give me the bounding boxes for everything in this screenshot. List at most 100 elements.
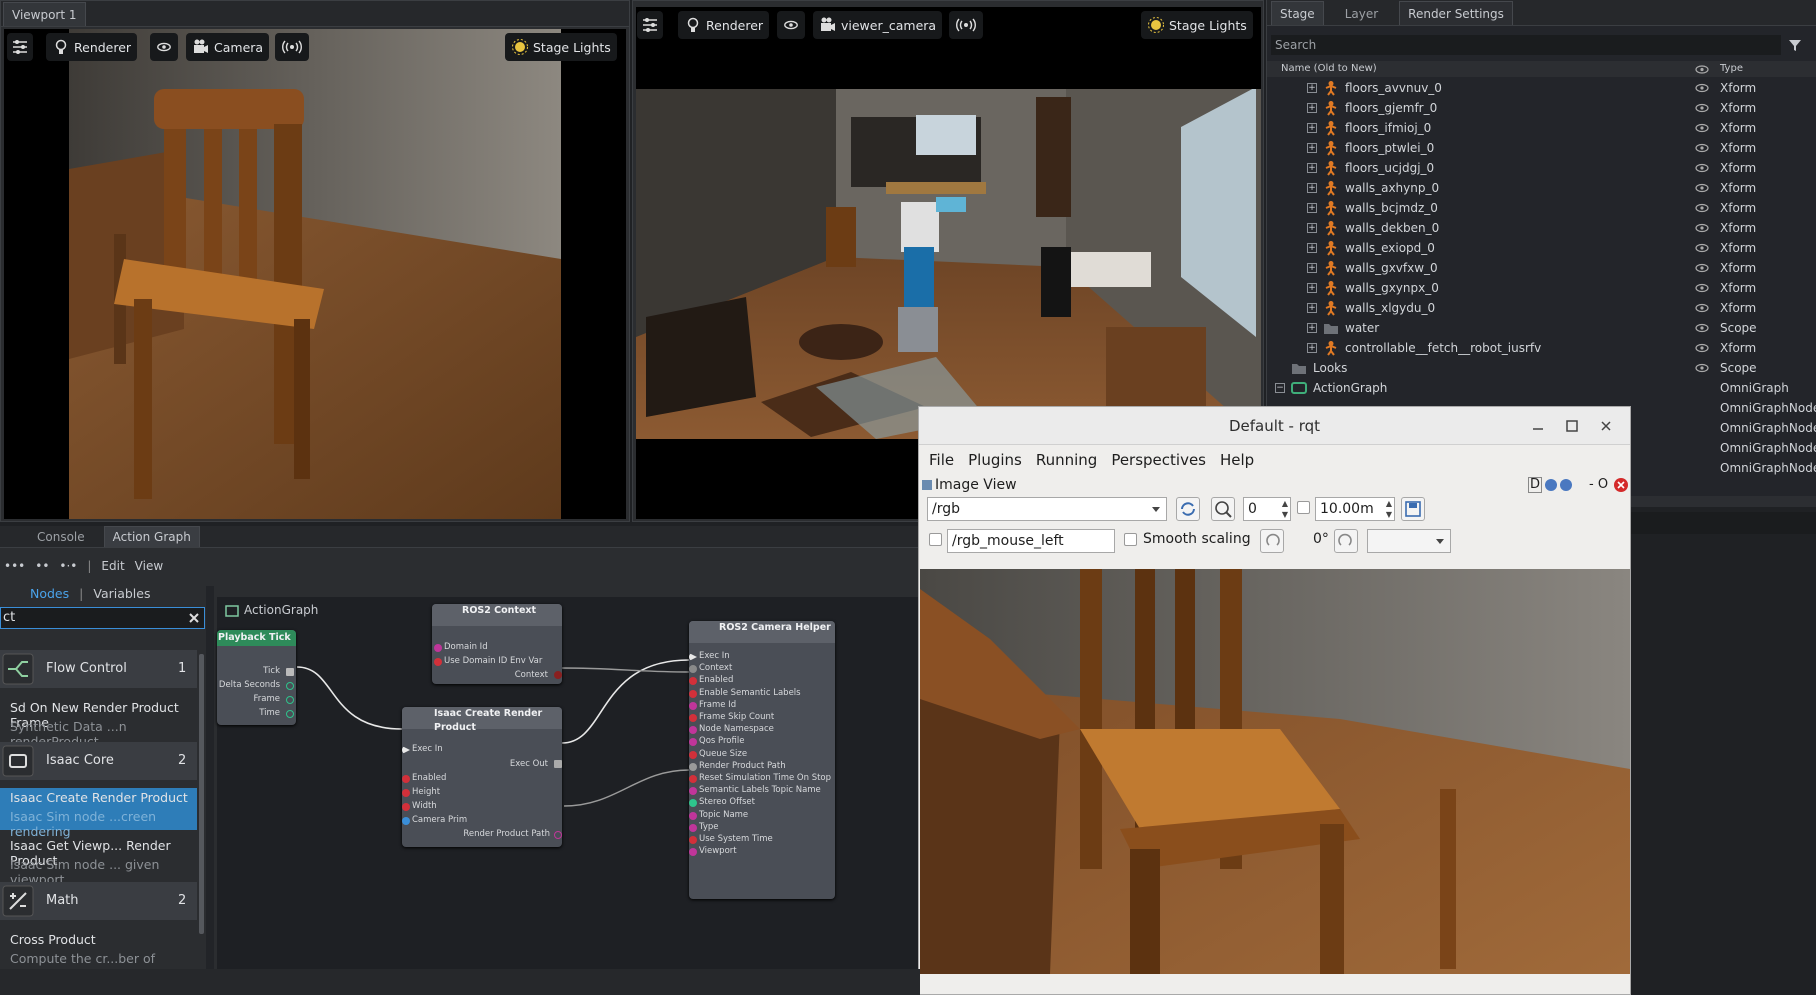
mouse-topic-input[interactable]: /rgb_mouse_left [947, 529, 1115, 553]
stage-row[interactable]: + walls_bcjmdz_0 Xform [1267, 198, 1816, 218]
data-port[interactable] [286, 710, 294, 718]
data-port[interactable] [689, 665, 697, 674]
visibility-eye-icon[interactable] [1695, 83, 1709, 93]
stage-row[interactable]: + walls_dekben_0 Xform [1267, 218, 1816, 238]
stage-row[interactable]: + walls_gxynpx_0 Xform [1267, 278, 1816, 298]
stage-row[interactable]: + floors_avvnuv_0 Xform [1267, 78, 1816, 98]
dynamic-range-checkbox[interactable] [1297, 501, 1310, 514]
data-port[interactable] [689, 677, 697, 686]
data-port[interactable] [402, 803, 410, 811]
expand-toggle-icon[interactable]: + [1307, 123, 1317, 133]
stage-search-input[interactable]: Search [1271, 35, 1781, 55]
graph-canvas[interactable]: ActionGraph Playback Tick Tick Delta Sec… [217, 597, 920, 985]
node-item-create-render-product[interactable]: Isaac Create Render Product Isaac Sim no… [0, 788, 197, 839]
visibility-eye-icon[interactable] [1695, 363, 1709, 373]
expand-toggle-icon[interactable]: + [1307, 303, 1317, 313]
expand-toggle-icon[interactable]: + [1307, 223, 1317, 233]
view-menu[interactable]: View [135, 559, 163, 573]
maximize-icon[interactable] [1565, 419, 1579, 433]
expand-toggle-icon[interactable]: − [1275, 383, 1285, 393]
close-icon[interactable] [1599, 419, 1613, 433]
tab-viewport-1[interactable]: Viewport 1 [3, 2, 86, 26]
tab-render-settings[interactable]: Render Settings [1399, 1, 1513, 25]
broadcast-button[interactable] [275, 33, 309, 61]
data-port[interactable] [434, 658, 442, 666]
category-flow-control[interactable]: Flow Control 1 [0, 650, 197, 688]
expand-toggle-icon[interactable]: + [1307, 263, 1317, 273]
data-port[interactable] [689, 799, 697, 808]
node-ros2-context[interactable]: ROS2 Context Domain Id Use Domain ID Env… [432, 604, 562, 684]
rotate-right-button[interactable] [1334, 529, 1358, 553]
data-port[interactable] [286, 682, 294, 690]
stage-row[interactable]: − ActionGraph OmniGraph [1267, 378, 1816, 398]
node-playback-tick[interactable]: Playback Tick Tick Delta Seconds Frame T… [217, 630, 296, 725]
data-port[interactable] [689, 775, 697, 783]
data-port[interactable] [554, 831, 562, 839]
visibility-eye-icon[interactable] [1695, 123, 1709, 133]
visibility-eye-icon[interactable] [1695, 163, 1709, 173]
data-port[interactable] [689, 689, 697, 698]
max-depth-spinbox[interactable]: 10.00m ▲ ▼ [1315, 497, 1395, 521]
tab-stage[interactable]: Stage [1271, 1, 1324, 25]
visibility-eye-icon[interactable] [1695, 263, 1709, 273]
data-port[interactable] [286, 696, 294, 704]
reload-help-icons[interactable] [1544, 478, 1574, 492]
tab-layer[interactable]: Layer [1336, 1, 1387, 25]
visibility-button[interactable] [150, 33, 178, 61]
stage-row[interactable]: + walls_gxvfxw_0 Xform [1267, 258, 1816, 278]
node-item-get-viewport-rp[interactable]: Isaac Get Viewp... Render Product Isaac … [0, 836, 197, 887]
stage-row[interactable]: + floors_gjemfr_0 Xform [1267, 98, 1816, 118]
data-port[interactable] [689, 811, 697, 820]
data-port[interactable] [402, 789, 410, 797]
tab-console[interactable]: Console [28, 526, 94, 547]
menu-running[interactable]: Running [1036, 451, 1097, 469]
viewport-2-stage-lights-button[interactable]: Stage Lights [1141, 11, 1253, 39]
category-math[interactable]: Math 2 [0, 882, 197, 920]
plugin-config-button[interactable]: D [1528, 477, 1543, 493]
publish-click-checkbox[interactable] [929, 533, 942, 546]
node-ros2-camera-helper[interactable]: ROS2 Camera Helper Exec In Context Enabled… [689, 621, 835, 899]
viewport-2-visibility-button[interactable] [777, 11, 805, 39]
viewport-2-settings-button[interactable] [637, 11, 663, 39]
col-name-header[interactable]: Name (Old to New) [1281, 61, 1377, 77]
viewport-2-renderer-button[interactable]: Renderer [678, 11, 770, 39]
exec-port[interactable] [286, 668, 294, 676]
renderer-button[interactable]: Renderer [46, 33, 138, 61]
exec-in-port[interactable] [689, 653, 697, 661]
data-port[interactable] [689, 738, 697, 747]
topic-select[interactable]: /rgb [927, 497, 1167, 521]
visibility-eye-icon[interactable] [1695, 243, 1709, 253]
viewport-settings-button[interactable] [7, 33, 33, 61]
color-scheme-select[interactable] [1367, 529, 1451, 553]
menu-help[interactable]: Help [1220, 451, 1254, 469]
save-image-button[interactable] [1401, 497, 1425, 521]
tab-action-graph[interactable]: Action Graph [103, 526, 200, 547]
data-port[interactable] [689, 823, 697, 832]
data-port[interactable] [689, 787, 697, 796]
node-isaac-create-render-product[interactable]: Isaac Create Render Product Exec In Exec… [402, 707, 562, 847]
node-list-scrollbar[interactable] [199, 654, 204, 934]
expand-toggle-icon[interactable]: + [1307, 343, 1317, 353]
close-plugin-icon[interactable] [1614, 478, 1628, 492]
data-port[interactable] [689, 701, 697, 710]
viewport-2-broadcast-button[interactable] [949, 11, 983, 39]
expand-toggle-icon[interactable]: + [1307, 103, 1317, 113]
visibility-eye-icon[interactable] [1695, 143, 1709, 153]
visibility-eye-icon[interactable] [1695, 343, 1709, 353]
tab-variables[interactable]: Variables [93, 586, 150, 601]
zoom-button[interactable] [1211, 497, 1235, 521]
data-port[interactable] [689, 714, 697, 722]
menu-perspectives[interactable]: Perspectives [1111, 451, 1206, 469]
refresh-topics-button[interactable] [1176, 497, 1200, 521]
stage-row[interactable]: + walls_axhynp_0 Xform [1267, 178, 1816, 198]
stage-row[interactable]: + controllable__fetch__robot_iusrfv Xform [1267, 338, 1816, 358]
visibility-eye-icon[interactable] [1695, 103, 1709, 113]
node-item-sd-new-frame[interactable]: Sd On New Render Product Frame Synthetic… [0, 698, 197, 749]
zoom-spinbox[interactable]: 0 ▲ ▼ [1243, 497, 1291, 521]
expand-toggle-icon[interactable]: + [1307, 203, 1317, 213]
data-port[interactable] [402, 775, 410, 783]
more-icon[interactable]: ••• [4, 559, 25, 573]
stage-row[interactable]: + walls_xlgydu_0 Xform [1267, 298, 1816, 318]
data-port[interactable] [689, 726, 697, 735]
spin-arrows-icon[interactable]: ▲ ▼ [1386, 498, 1392, 520]
